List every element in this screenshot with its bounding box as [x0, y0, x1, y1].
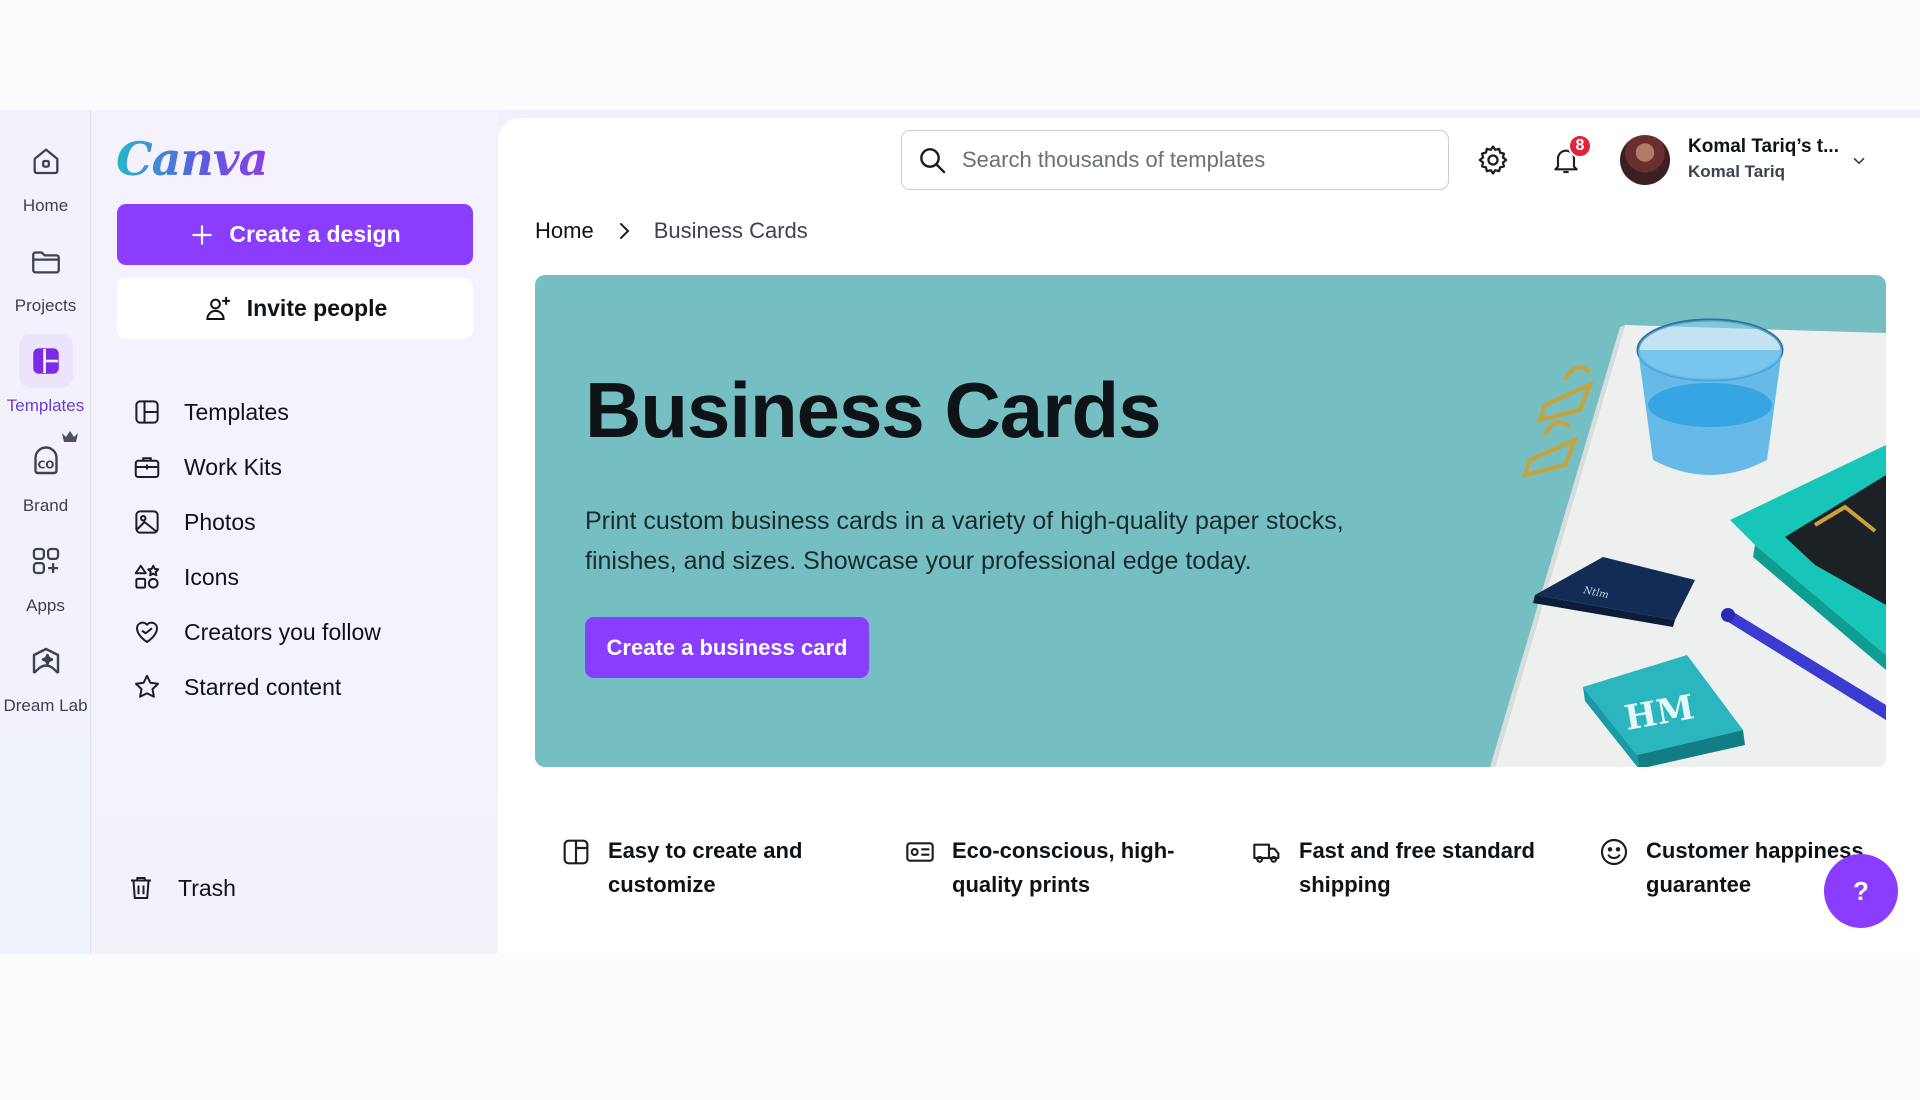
rail-item-templates[interactable]: Templates — [0, 334, 91, 416]
svg-text:CO: CO — [37, 460, 54, 472]
chevron-right-icon — [616, 221, 632, 241]
folder-icon — [19, 234, 73, 288]
truck-icon — [1251, 836, 1283, 868]
breadcrumb-home[interactable]: Home — [535, 218, 594, 244]
rail-label-brand: Brand — [22, 496, 69, 515]
create-business-card-button[interactable]: Create a business card — [585, 617, 869, 678]
rail-label-apps: Apps — [26, 596, 65, 615]
rail-label-projects: Projects — [14, 296, 77, 315]
heart-icon — [130, 615, 164, 649]
create-design-label: Create a design — [229, 221, 401, 247]
settings-button[interactable] — [1473, 140, 1513, 180]
main-content: 8 Komal Tariq’s t... Komal Tariq Home Bu… — [498, 118, 1920, 954]
rail-item-projects[interactable]: Projects — [0, 234, 91, 316]
shapes-icon — [130, 560, 164, 594]
invite-people-button[interactable]: Invite people — [117, 278, 473, 339]
avatar[interactable] — [1620, 135, 1670, 185]
apps-icon — [19, 534, 73, 588]
plus-icon — [189, 222, 215, 248]
sidebar-item-trash[interactable]: Trash — [124, 868, 236, 908]
rail-label-dream-lab: Dream Lab — [3, 696, 88, 715]
create-design-button[interactable]: Create a design — [117, 204, 473, 265]
left-rail: Home Projects Templates CO Brand Apps Dr… — [0, 110, 91, 954]
page-title: Business Cards — [585, 366, 1162, 454]
sidebar-item-creators-you-follow[interactable]: Creators you follow — [130, 612, 381, 652]
rail-item-apps[interactable]: Apps — [0, 534, 91, 616]
home-icon — [19, 134, 73, 188]
sidebar: Canva Create a design Invite people Temp… — [92, 110, 498, 954]
breadcrumb: Home Business Cards — [535, 218, 808, 244]
sidebar-item-icons[interactable]: Icons — [130, 557, 239, 597]
help-button[interactable]: ? — [1824, 854, 1898, 928]
account-switcher[interactable]: Komal Tariq’s t... Komal Tariq — [1688, 136, 1839, 182]
template-icon — [560, 836, 592, 868]
rail-item-home[interactable]: Home — [0, 134, 91, 216]
sidebar-item-label: Starred content — [184, 673, 342, 700]
feature-text: Fast and free standard shipping — [1299, 838, 1535, 897]
canva-logo[interactable]: Canva — [116, 132, 268, 186]
briefcase-icon — [130, 450, 164, 484]
breadcrumb-current: Business Cards — [653, 218, 808, 243]
rail-item-dream-lab[interactable]: Dream Lab — [0, 634, 91, 716]
sidebar-item-label: Creators you follow — [184, 618, 381, 645]
brand-icon: CO — [19, 431, 78, 488]
sidebar-item-starred-content[interactable]: Starred content — [130, 667, 341, 707]
search-bar[interactable] — [901, 130, 1449, 190]
sidebar-item-label: Templates — [184, 398, 289, 425]
feature-item: Fast and free standard shipping — [1251, 834, 1541, 902]
sidebar-item-work-kits[interactable]: Work Kits — [130, 447, 282, 487]
templates-icon — [18, 334, 73, 388]
sidebar-item-label: Photos — [184, 508, 256, 535]
account-user: Komal Tariq — [1688, 162, 1785, 181]
notifications-button[interactable]: 8 — [1546, 134, 1592, 180]
search-icon — [916, 144, 948, 176]
sidebar-item-photos[interactable]: Photos — [130, 502, 256, 542]
feature-item: Easy to create and customize — [560, 834, 810, 902]
account-name: Komal Tariq’s t... — [1688, 136, 1839, 157]
sidebar-item-label: Trash — [178, 874, 236, 901]
sidebar-item-label: Work Kits — [184, 453, 282, 480]
trash-icon — [124, 871, 158, 905]
hero-description: Print custom business cards in a variety… — [585, 507, 1344, 575]
rail-label-home: Home — [22, 196, 69, 215]
print-icon — [904, 836, 936, 868]
hero-banner: Business Cards Print custom business car… — [535, 275, 1886, 767]
add-user-icon — [203, 294, 233, 324]
features-row: Easy to create and customize Eco-conscio… — [560, 834, 1890, 914]
rail-label-templates: Templates — [6, 396, 85, 415]
rail-item-brand[interactable]: CO Brand — [0, 431, 91, 516]
notification-badge: 8 — [1568, 134, 1592, 158]
sidebar-item-label: Icons — [184, 563, 239, 590]
gear-icon — [1476, 143, 1510, 177]
dream-lab-icon — [19, 634, 73, 688]
crown-icon — [61, 430, 79, 444]
hero-image: Ntlm HM — [1490, 318, 1886, 767]
chevron-down-icon[interactable] — [1850, 152, 1868, 170]
feature-text: Easy to create and customize — [608, 838, 803, 897]
feature-item: Eco-conscious, high-quality prints — [904, 834, 1184, 902]
star-icon — [130, 670, 164, 704]
photo-icon — [130, 505, 164, 539]
search-input[interactable] — [962, 147, 1422, 173]
app-window: Home Projects Templates CO Brand Apps Dr… — [0, 110, 1920, 954]
feature-text: Eco-conscious, high-quality prints — [952, 838, 1175, 897]
invite-people-label: Invite people — [246, 295, 388, 321]
sidebar-item-templates[interactable]: Templates — [130, 392, 289, 432]
smiley-icon — [1598, 836, 1630, 868]
templates-icon — [130, 395, 164, 429]
